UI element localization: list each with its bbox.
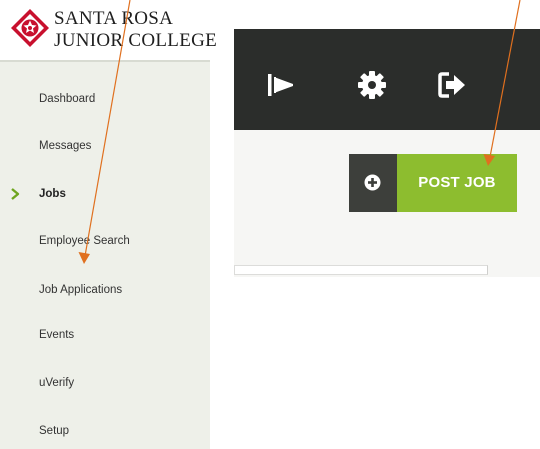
- content-panel-edge: [234, 265, 488, 275]
- post-job-icon-box: [349, 154, 397, 212]
- sign-out-icon[interactable]: [436, 68, 470, 102]
- sidebar-item-label: Employee Search: [39, 235, 130, 247]
- college-logo[interactable]: SANTA ROSA JUNIOR COLLEGE: [6, 4, 217, 60]
- post-job-button[interactable]: POST JOB: [349, 154, 517, 212]
- sidebar-item-label: uVerify: [39, 377, 75, 389]
- sidebar-item-label: Job Applications: [39, 284, 123, 296]
- sidebar-item-label: Dashboard: [39, 93, 96, 105]
- chevron-right-icon: [11, 188, 20, 200]
- sidebar-item-uverify[interactable]: uVerify: [0, 363, 210, 403]
- sidebar-item-setup[interactable]: Setup: [0, 411, 210, 449]
- top-bar: [234, 29, 540, 130]
- sidebar-item-label: Events: [39, 329, 75, 341]
- sidebar-item-label: Messages: [39, 140, 92, 152]
- sidebar-item-jobs[interactable]: Jobs: [0, 174, 210, 214]
- sidebar-item-dashboard[interactable]: Dashboard: [0, 79, 210, 119]
- logo-text-line2: JUNIOR COLLEGE: [54, 30, 218, 51]
- megaphone-icon[interactable]: [264, 68, 298, 102]
- sidebar-item-events[interactable]: Events: [0, 315, 210, 355]
- gear-icon[interactable]: [355, 68, 389, 102]
- plus-circle-icon: [364, 174, 381, 191]
- sidebar-item-messages[interactable]: Messages: [0, 126, 210, 166]
- post-job-label: POST JOB: [418, 174, 496, 191]
- sidebar-nav: Dashboard Messages Jobs Employee Search …: [0, 60, 210, 449]
- sidebar-item-label: Setup: [39, 425, 70, 437]
- sidebar-item-employee-search[interactable]: Employee Search: [0, 221, 210, 261]
- seal-icon: [11, 8, 49, 47]
- sidebar-item-job-applications[interactable]: Job Applications: [0, 270, 210, 310]
- post-job-label-box: POST JOB: [397, 154, 517, 212]
- logo-text-line1: SANTA ROSA: [54, 8, 174, 29]
- sidebar-item-label: Jobs: [39, 188, 66, 200]
